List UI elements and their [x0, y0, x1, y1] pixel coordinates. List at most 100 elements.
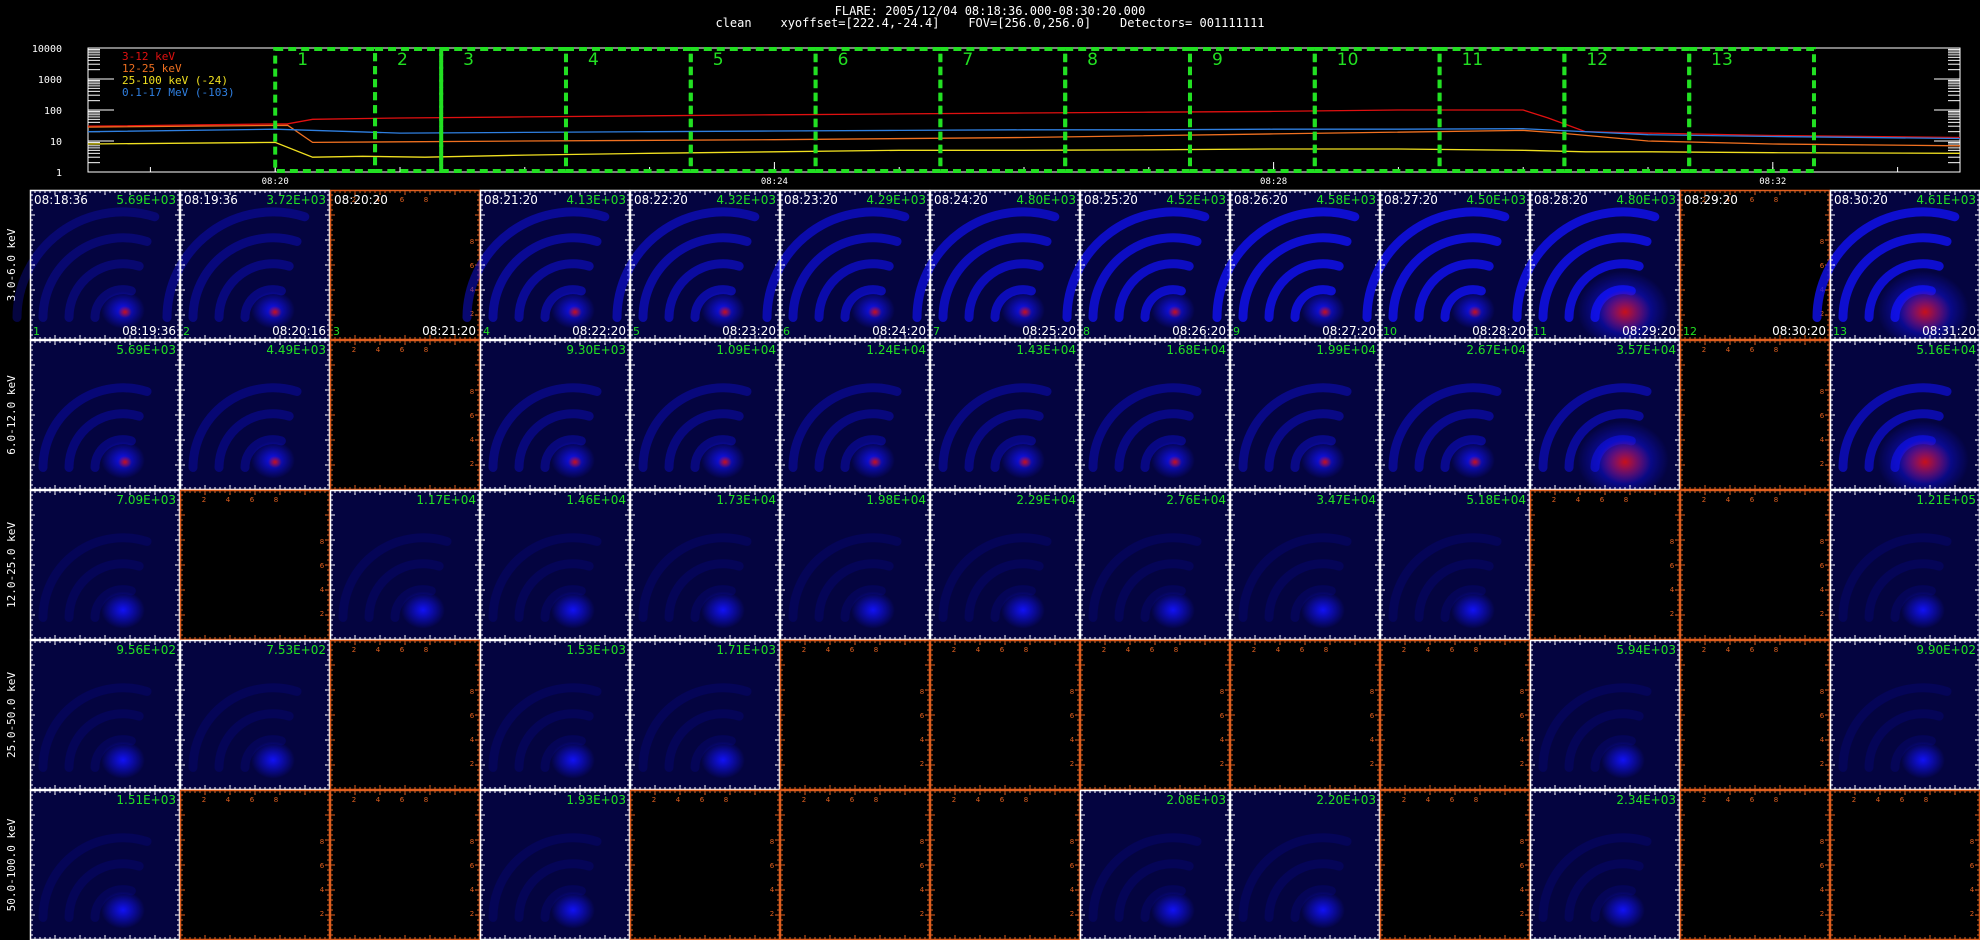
dummy-axis-tick-label: 8 [320, 538, 324, 546]
dummy-axis-tick-label: 8 [424, 196, 428, 204]
source-blob [1301, 591, 1345, 629]
cell-max-value: 4.32E+03 [716, 193, 776, 207]
image-cell: 2.76E+04 [1079, 489, 1231, 641]
cell-max-value: 5.18E+04 [1466, 493, 1526, 507]
source-core [268, 456, 282, 468]
image-cell: 2.29E+04 [929, 489, 1081, 641]
energy-band-label: 6.0-12.0 keV [5, 375, 18, 455]
interval-number: 5 [633, 325, 640, 338]
interval-start-time: 08:22:20 [634, 193, 688, 207]
image-cell: 4.80E+03 08:28:20 08:29:20 11 [1512, 189, 1681, 350]
cell-max-value: 5.69E+03 [116, 193, 176, 207]
cell-max-value: 1.09E+04 [716, 343, 776, 357]
dummy-axis-tick-label: 6 [250, 496, 255, 504]
source-blob [101, 591, 145, 629]
interval-number: 7 [933, 325, 940, 338]
source-core [718, 306, 732, 318]
dummy-axis-tick-label: 8 [1820, 538, 1824, 546]
image-cell: 3.47E+04 [1229, 489, 1381, 641]
dummy-axis-tick-label: 2 [1670, 610, 1674, 618]
image-cell: 1.17E+04 [329, 489, 481, 641]
dummy-axis-tick-label: 2 [352, 346, 356, 354]
dummy-axis-tick-label: 4 [226, 496, 231, 504]
image-cell: 4.80E+03 08:24:20 08:25:20 7 [912, 189, 1081, 341]
image-cell: 4.50E+03 08:27:20 08:28:20 10 [1362, 189, 1531, 341]
source-core [1168, 306, 1182, 318]
image-cell: 4.52E+03 08:25:20 08:26:20 8 [1062, 189, 1231, 341]
dummy-axis-tick-label: 6 [1750, 346, 1755, 354]
source-core [1468, 456, 1482, 468]
image-cell: 5.18E+04 [1379, 489, 1531, 641]
image-cell: 4.58E+03 08:26:20 08:27:20 9 [1212, 189, 1381, 341]
energy-band-label: 50.0-100.0 keV [5, 818, 18, 911]
interval-end-time: 08:22:20 [572, 324, 626, 338]
dummy-axis-tick-label: 6 [1750, 496, 1755, 504]
cell-max-value: 1.24E+04 [866, 343, 926, 357]
interval-end-time: 08:23:20 [722, 324, 776, 338]
cell-max-value: 1.43E+04 [1016, 343, 1076, 357]
image-cell: 1.99E+04 [1229, 339, 1381, 491]
dummy-axis-tick-label: 6 [320, 562, 325, 570]
empty-image-background [1680, 490, 1830, 640]
dummy-axis-tick-label: 8 [1624, 496, 1628, 504]
interval-number: 12 [1683, 325, 1697, 338]
cell-max-value: 1.99E+04 [1316, 343, 1376, 357]
interval-start-time: 08:18:36 [34, 193, 88, 207]
dummy-axis-tick-label: 6 [1600, 496, 1605, 504]
dummy-axis-tick-label: 2 [1702, 496, 1706, 504]
interval-number: 6 [783, 325, 790, 338]
image-cell: 1.73E+04 [629, 489, 781, 641]
dummy-axis-tick-label: 6 [1820, 562, 1825, 570]
dummy-axis-tick-label: 6 [1820, 412, 1825, 420]
source-blob [1901, 591, 1945, 629]
interval-end-time: 08:25:20 [1022, 324, 1076, 338]
dummy-axis-tick-label: 8 [470, 238, 474, 246]
interval-start-time: 08:25:20 [1084, 193, 1138, 207]
dummy-axis-tick-label: 6 [1750, 196, 1755, 204]
image-cell: 9.30E+03 [479, 339, 631, 491]
interval-end-time: 08:19:36 [122, 324, 176, 338]
interval-start-time: 08:23:20 [784, 193, 838, 207]
cell-max-value: 5.16E+04 [1916, 343, 1976, 357]
cell-max-value: 1.73E+04 [716, 493, 776, 507]
interval-start-time: 08:20:20 [334, 193, 388, 207]
interval-start-time: 08:28:20 [1534, 193, 1588, 207]
empty-image-background [1680, 190, 1830, 340]
source-core [1899, 440, 1951, 484]
dummy-axis-tick-label: 8 [1820, 238, 1824, 246]
cell-max-value: 5.69E+03 [116, 343, 176, 357]
empty-image-background [180, 490, 330, 640]
source-blob [1151, 591, 1195, 629]
source-core [718, 456, 732, 468]
source-core [868, 306, 882, 318]
source-core [868, 456, 882, 468]
image-cell: 2 2 4 4 6 6 8 8 [1529, 489, 1681, 641]
dummy-axis-tick-label: 4 [1726, 346, 1731, 354]
source-core [118, 456, 132, 468]
cell-max-value: 2.76E+04 [1166, 493, 1226, 507]
interval-number: 3 [333, 325, 340, 338]
cell-max-value: 1.68E+04 [1166, 343, 1226, 357]
dummy-axis-tick-label: 8 [1774, 496, 1778, 504]
source-blob [401, 591, 445, 629]
dummy-axis-tick-label: 6 [1670, 562, 1675, 570]
cell-max-value: 3.72E+03 [266, 193, 326, 207]
image-cell: 4.49E+03 [179, 339, 331, 491]
image-cell: 3.72E+03 08:19:36 08:20:16 2 [162, 189, 331, 341]
interval-number: 2 [183, 325, 190, 338]
source-core [1318, 456, 1332, 468]
image-cell: 2 2 4 4 6 6 8 8 [329, 339, 481, 491]
interval-start-time: 08:30:20 [1834, 193, 1888, 207]
dummy-axis-tick-label: 8 [274, 496, 278, 504]
dummy-axis-tick-label: 2 [1820, 460, 1824, 468]
source-core [1599, 440, 1651, 484]
interval-end-time: 08:29:20 [1622, 324, 1676, 338]
source-core [1468, 306, 1482, 318]
cell-max-value: 1.17E+04 [416, 493, 476, 507]
image-cell: 1.21E+05 [1829, 489, 1980, 641]
dummy-axis-tick-label: 8 [1774, 196, 1778, 204]
image-cell: 4.32E+03 08:22:20 08:23:20 5 [612, 189, 781, 341]
source-blob [851, 591, 895, 629]
interval-end-time: 08:28:20 [1472, 324, 1526, 338]
dummy-axis-tick-label: 2 [470, 460, 474, 468]
